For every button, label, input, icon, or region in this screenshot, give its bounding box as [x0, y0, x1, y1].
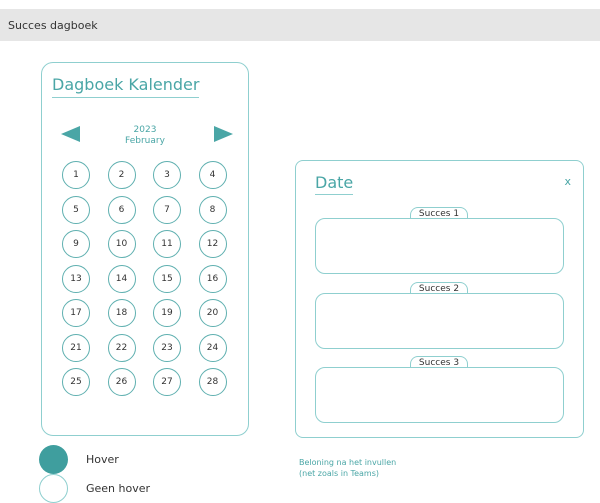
day-button[interactable]: 7	[153, 195, 181, 224]
reward-note-line-1: Beloning na het invullen	[299, 458, 397, 467]
day-button[interactable]: 18	[107, 299, 136, 327]
succes-1-field[interactable]	[315, 218, 564, 274]
day-button[interactable]: 24	[198, 333, 227, 362]
day-button[interactable]: 10	[107, 230, 136, 258]
day-button[interactable]: 12	[198, 230, 227, 258]
day-button[interactable]: 15	[153, 264, 181, 293]
day-button[interactable]: 22	[107, 333, 136, 362]
day-button[interactable]: 27	[153, 368, 181, 396]
hover-legend-label: Hover	[86, 453, 119, 466]
hover-swatch	[39, 445, 68, 474]
date-panel: Date x Succes 1 Succes 2 Succes 3	[295, 160, 584, 438]
day-button[interactable]: 5	[62, 195, 90, 224]
day-button[interactable]: 17	[62, 299, 90, 327]
succes-2-field[interactable]	[315, 293, 564, 349]
no-hover-legend-label: Geen hover	[86, 482, 151, 495]
window-title: Succes dagboek	[8, 18, 98, 32]
day-button[interactable]: 9	[62, 230, 90, 258]
day-button[interactable]: 4	[198, 161, 227, 189]
day-button[interactable]: 20	[198, 299, 227, 327]
day-button[interactable]: 23	[153, 333, 181, 362]
day-button[interactable]: 28	[198, 368, 227, 396]
day-button[interactable]: 3	[153, 161, 181, 189]
day-button[interactable]: 19	[153, 299, 181, 327]
day-button[interactable]: 1	[62, 161, 90, 189]
next-month-icon[interactable]	[214, 126, 233, 142]
day-button[interactable]: 26	[107, 368, 136, 396]
close-button[interactable]: x	[564, 175, 571, 188]
title-bar: Succes dagboek	[0, 9, 600, 41]
reward-note: Beloning na het invullen (net zoals in T…	[299, 457, 396, 479]
day-button[interactable]: 11	[153, 230, 181, 258]
day-button[interactable]: 25	[62, 368, 90, 396]
date-panel-title: Date	[315, 173, 354, 195]
day-button[interactable]: 8	[198, 195, 227, 224]
calendar-card: Dagboek Kalender 2023 February 1 2 3 4 5…	[41, 62, 249, 436]
day-button[interactable]: 2	[107, 161, 136, 189]
day-button[interactable]: 16	[198, 264, 227, 293]
day-button[interactable]: 13	[62, 264, 90, 293]
reward-note-line-2: (net zoals in Teams)	[299, 469, 379, 478]
day-button[interactable]: 6	[107, 195, 136, 224]
succes-3-field[interactable]	[315, 367, 564, 423]
day-button[interactable]: 14	[107, 264, 136, 293]
day-button[interactable]: 21	[62, 333, 90, 362]
calendar-title: Dagboek Kalender	[52, 75, 200, 98]
day-grid: 1 2 3 4 5 6 7 8 9 10 11 12 13 14 15 16 1…	[62, 161, 227, 396]
